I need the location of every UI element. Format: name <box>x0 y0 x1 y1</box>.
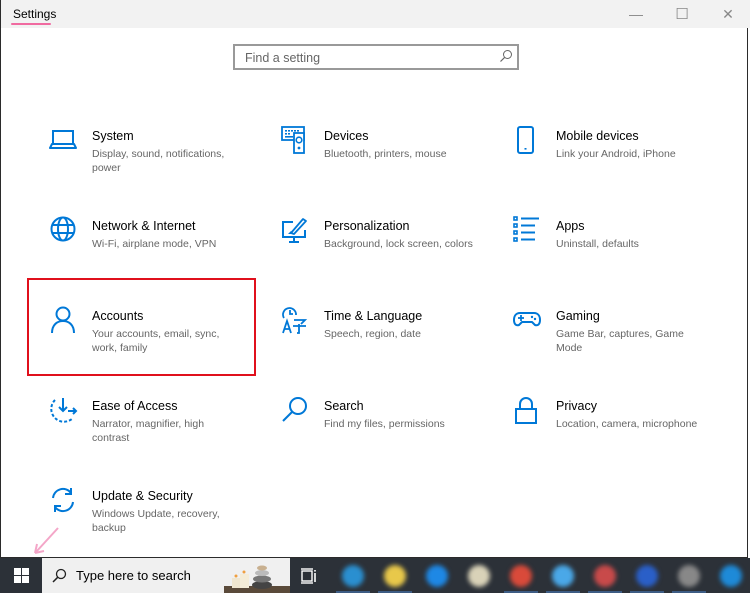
search-input[interactable] <box>243 49 497 67</box>
tile-update-security[interactable]: Update & Security Windows Update, recove… <box>49 486 279 566</box>
tile-time-language[interactable]: Time & Language Speech, region, date <box>281 306 511 386</box>
gamepad-icon <box>513 312 541 327</box>
search-icon <box>282 397 307 422</box>
settings-app-icon[interactable] <box>678 565 700 587</box>
tile-privacy[interactable]: Privacy Location, camera, microphone <box>513 396 743 476</box>
annotation-arrow-icon <box>34 527 59 554</box>
tile-name: Update & Security <box>92 489 193 503</box>
phone-icon <box>517 126 534 154</box>
window-title: Settings <box>13 7 57 21</box>
task-view-icon[interactable] <box>300 567 318 585</box>
tile-description: Game Bar, captures, Game Mode <box>556 328 684 354</box>
tile-description: Narrator, magnifier, high contrast <box>92 418 205 444</box>
globe-icon <box>50 216 76 242</box>
tile-devices[interactable]: Devices Bluetooth, printers, mouse <box>281 126 511 206</box>
tile-name: Personalization <box>324 219 410 233</box>
minimize-button[interactable]: — <box>613 0 659 28</box>
time-language-icon <box>282 307 308 334</box>
close-button[interactable]: ✕ <box>705 0 750 28</box>
maximize-button[interactable]: ☐ <box>659 0 705 28</box>
tile-description: Uninstall, defaults <box>556 238 639 250</box>
apps-list-icon <box>513 216 539 242</box>
tile-description: Windows Update, recovery, backup <box>92 508 220 534</box>
tile-ease-of-access[interactable]: Ease of Access Narrator, magnifier, high… <box>49 396 279 476</box>
tile-description: Link your Android, iPhone <box>556 148 676 160</box>
laptop-icon <box>49 130 77 149</box>
search-icon[interactable] <box>499 49 513 63</box>
ease-of-access-icon <box>50 398 78 423</box>
tile-name: Search <box>324 399 364 413</box>
search-highlight-image <box>224 565 290 593</box>
find-setting-search[interactable] <box>233 44 519 70</box>
minimize-icon: — <box>629 6 643 22</box>
taskbar-search-text: Type here to search <box>76 568 191 583</box>
taskbar-search-box[interactable]: Type here to search <box>42 558 290 593</box>
tile-mobile-devices[interactable]: Mobile devices Link your Android, iPhone <box>513 126 743 206</box>
windows-logo-icon <box>13 568 29 583</box>
tile-description: Location, camera, microphone <box>556 418 698 430</box>
annotation-underline <box>11 23 51 25</box>
paint-brush-icon <box>282 218 307 243</box>
tile-description: Display, sound, notifications, power <box>92 148 225 174</box>
photos-app-icon[interactable] <box>468 565 490 587</box>
tile-name: Ease of Access <box>92 399 178 413</box>
tile-name: System <box>92 129 134 143</box>
tile-name: Privacy <box>556 399 597 413</box>
tile-name: Gaming <box>556 309 600 323</box>
tile-name: Mobile devices <box>556 129 639 143</box>
app-blue-icon[interactable] <box>720 565 742 587</box>
tile-search[interactable]: Search Find my files, permissions <box>281 396 511 476</box>
paint-app-icon[interactable] <box>594 565 616 587</box>
tile-description: Find my files, permissions <box>324 418 445 430</box>
tile-system[interactable]: System Display, sound, notifications, po… <box>49 126 279 206</box>
sync-icon <box>52 487 74 513</box>
tile-apps[interactable]: Apps Uninstall, defaults <box>513 216 743 296</box>
edge-app-icon[interactable] <box>342 565 364 587</box>
tile-description: Speech, region, date <box>324 328 421 340</box>
tile-description: Background, lock screen, colors <box>324 238 473 250</box>
browser-app-icon[interactable] <box>636 565 658 587</box>
chrome-app-icon[interactable] <box>510 565 532 587</box>
lock-icon <box>515 397 537 424</box>
tile-name: Time & Language <box>324 309 423 323</box>
maximize-icon: ☐ <box>675 6 689 23</box>
start-button[interactable] <box>0 558 42 593</box>
settings-window: Settings — ☐ ✕ System Display, sound, no… <box>0 0 750 558</box>
tile-name: Apps <box>556 219 585 233</box>
tile-name: Network & Internet <box>92 219 196 233</box>
devices-icon <box>281 126 305 154</box>
tile-name: Devices <box>324 129 369 143</box>
tile-description: Wi-Fi, airplane mode, VPN <box>92 238 217 250</box>
taskbar: Type here to search <box>0 558 750 593</box>
close-icon: ✕ <box>722 5 734 22</box>
tile-description: Bluetooth, printers, mouse <box>324 148 447 160</box>
search-icon <box>52 568 67 583</box>
mail-app-icon[interactable] <box>426 565 448 587</box>
tile-gaming[interactable]: Gaming Game Bar, captures, Game Mode <box>513 306 743 386</box>
store-app-icon[interactable] <box>552 565 574 587</box>
title-bar: Settings — ☐ ✕ <box>1 0 750 28</box>
tile-personalization[interactable]: Personalization Background, lock screen,… <box>281 216 511 296</box>
accounts-highlight-box <box>27 278 256 376</box>
file-explorer-app-icon[interactable] <box>384 565 406 587</box>
